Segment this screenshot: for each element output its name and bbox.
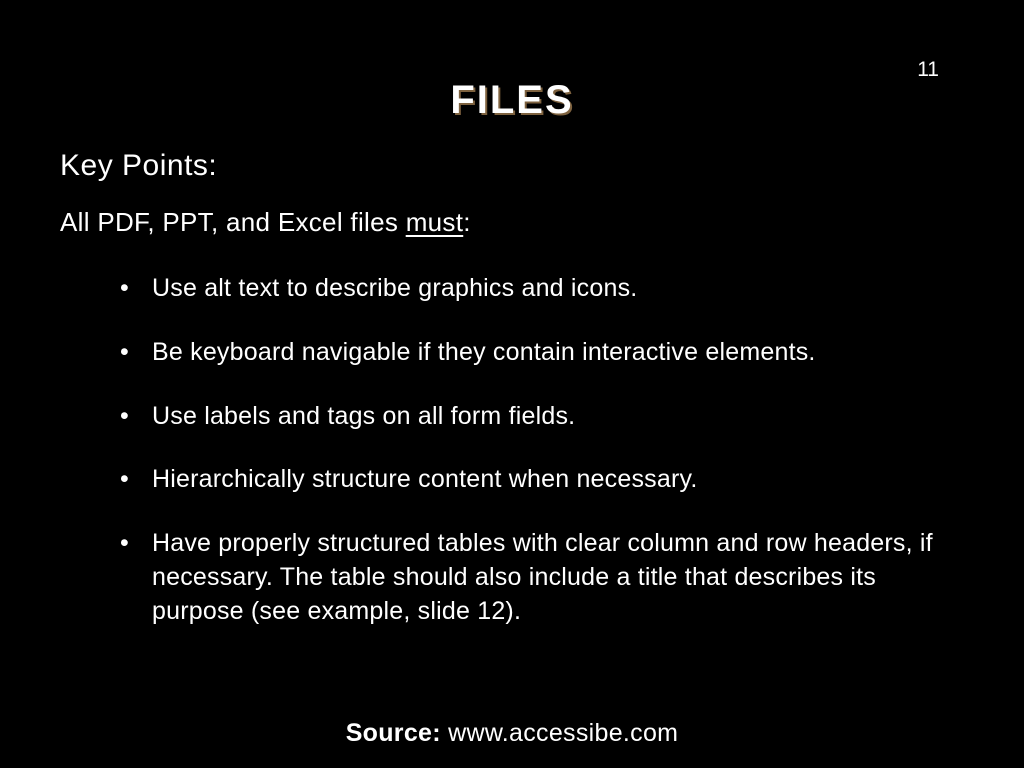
page-number: 11 [917,58,939,82]
list-item: Have properly structured tables with cle… [152,527,964,628]
source-line: Source: www.accessibe.com [0,719,1024,748]
intro-suffix: : [463,207,471,237]
source-value: www.accessibe.com [448,719,678,747]
intro-underline-word: must [406,207,464,237]
intro-prefix: All PDF, PPT, and Excel files [60,207,406,237]
content-area: Key Points: All PDF, PPT, and Excel file… [0,149,1024,628]
slide-title: FILES [0,0,1024,123]
bullet-list: Use alt text to describe graphics and ic… [60,272,964,628]
source-label: Source: [346,719,441,747]
intro-line: All PDF, PPT, and Excel files must: [60,207,964,238]
key-points-heading: Key Points: [60,149,964,183]
list-item: Hierarchically structure content when ne… [152,463,964,497]
list-item: Use alt text to describe graphics and ic… [152,272,964,306]
list-item: Be keyboard navigable if they contain in… [152,336,964,370]
list-item: Use labels and tags on all form fields. [152,400,964,434]
